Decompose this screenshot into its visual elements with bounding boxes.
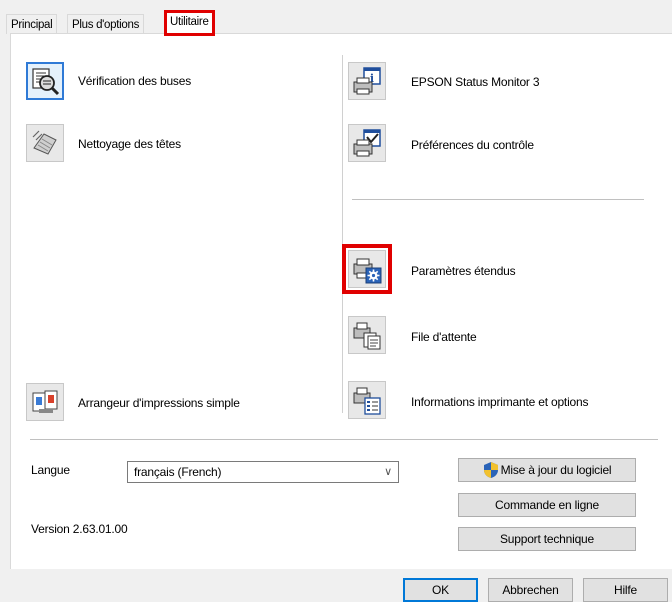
layout-arranger-icon <box>32 390 58 413</box>
version-text: Version 2.63.01.00 <box>31 522 128 536</box>
status-monitor-icon: i <box>353 67 381 95</box>
shield-icon <box>483 462 498 478</box>
print-queue-label[interactable]: File d'attente <box>411 330 477 344</box>
nozzle-check-label[interactable]: Vérification des buses <box>78 74 191 88</box>
language-select-value: français (French) <box>134 465 222 479</box>
printer-info-label[interactable]: Informations imprimante et options <box>411 395 588 409</box>
head-cleaning-button[interactable] <box>26 124 64 162</box>
ok-button[interactable]: OK <box>403 578 478 602</box>
head-cleaning-label[interactable]: Nettoyage des têtes <box>78 137 181 151</box>
monitor-prefs-label[interactable]: Préférences du contrôle <box>411 138 534 152</box>
cancel-button[interactable]: Abbrechen <box>488 578 573 602</box>
tab-plus-options[interactable]: Plus d'options <box>67 14 145 34</box>
extended-settings-button[interactable] <box>342 244 392 294</box>
print-queue-icon <box>353 322 381 350</box>
tab-principal[interactable]: Principal <box>6 14 58 34</box>
printer-info-icon <box>353 387 381 415</box>
printer-info-button[interactable] <box>348 381 386 419</box>
simple-layout-button[interactable] <box>26 383 64 421</box>
simple-layout-label[interactable]: Arrangeur d'impressions simple <box>78 396 240 410</box>
software-update-button[interactable]: Mise à jour du logiciel <box>458 458 636 482</box>
status-monitor-button[interactable]: i <box>348 62 386 100</box>
software-update-label: Mise à jour du logiciel <box>500 463 612 477</box>
utility-panel <box>10 33 672 569</box>
right-column-divider <box>352 199 644 200</box>
status-monitor-label[interactable]: EPSON Status Monitor 3 <box>411 75 540 89</box>
nozzle-check-icon <box>32 68 60 96</box>
help-button[interactable]: Hilfe <box>583 578 668 602</box>
print-queue-button[interactable] <box>348 316 386 354</box>
extended-settings-label[interactable]: Paramètres étendus <box>411 264 516 278</box>
head-cleaning-icon <box>32 130 57 155</box>
tab-utilitaire[interactable]: Utilitaire <box>164 10 215 36</box>
tech-support-button[interactable]: Support technique <box>458 527 636 551</box>
chevron-down-icon: ∨ <box>384 466 392 478</box>
nozzle-check-button[interactable] <box>26 62 64 100</box>
bottom-divider <box>30 439 658 440</box>
extended-settings-icon <box>353 258 382 284</box>
column-divider <box>342 55 343 413</box>
monitor-prefs-button[interactable] <box>348 124 386 162</box>
monitor-preferences-icon <box>353 129 381 157</box>
language-select[interactable]: français (French) ∨ <box>127 461 399 483</box>
order-online-button[interactable]: Commande en ligne <box>458 493 636 517</box>
language-label: Langue <box>31 463 70 477</box>
